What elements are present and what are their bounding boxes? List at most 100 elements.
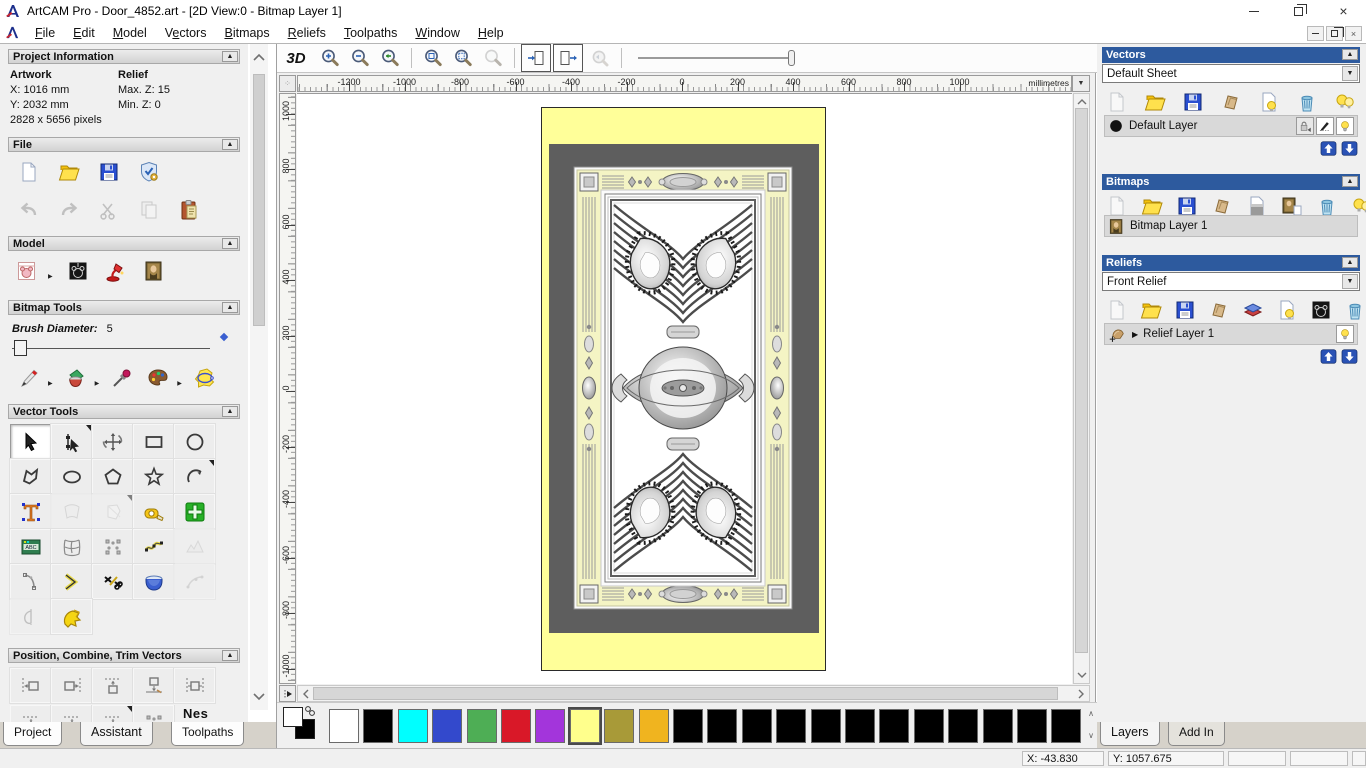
dropdown-arrow-icon[interactable]: ▼ — [1342, 66, 1358, 81]
measure-tool[interactable] — [132, 493, 175, 530]
palette-swatch[interactable] — [501, 709, 531, 743]
delete-vector-layer[interactable] — [1292, 88, 1322, 116]
tab-assistant[interactable]: Assistant — [80, 722, 153, 746]
create-star[interactable] — [132, 458, 175, 495]
scroll-left-icon[interactable] — [298, 686, 313, 701]
collapse-button[interactable] — [222, 238, 238, 249]
create-text[interactable] — [9, 493, 52, 530]
palette-scroll-down-icon[interactable]: ∨ — [1088, 731, 1094, 740]
align-center-1[interactable] — [10, 705, 52, 722]
palette-swatch[interactable] — [638, 709, 669, 743]
collapse-button[interactable] — [1342, 257, 1358, 268]
menu-vectors[interactable]: Vectors — [156, 23, 216, 43]
bitmap-layer-row[interactable]: Bitmap Layer 1 — [1104, 215, 1358, 237]
contrast-slider[interactable] — [638, 48, 813, 68]
palette-swatch[interactable] — [707, 709, 738, 743]
zoom-1to1[interactable] — [418, 44, 448, 72]
zoom-objects[interactable] — [478, 44, 508, 72]
wrap-text-curve[interactable] — [50, 493, 93, 530]
align-center-3[interactable] — [91, 705, 134, 722]
vector-layer-row[interactable]: Default Layer — [1104, 115, 1358, 137]
mdi-close-button[interactable]: × — [1345, 26, 1362, 41]
layer-visibility-button[interactable] — [1336, 117, 1354, 135]
collapse-button[interactable] — [222, 406, 238, 417]
flyout-arrow-icon[interactable]: ▶ — [177, 380, 182, 387]
2d-view-canvas[interactable] — [297, 93, 1072, 684]
vertical-scrollbar[interactable] — [1073, 93, 1090, 684]
palette-swatch[interactable] — [1017, 709, 1047, 743]
redo[interactable] — [54, 196, 84, 224]
fit-polyline[interactable] — [173, 528, 216, 565]
scroll-right-icon[interactable] — [1074, 686, 1089, 701]
palette-swatch[interactable] — [776, 709, 807, 743]
palette-swatch[interactable] — [948, 709, 979, 743]
zoom-box[interactable] — [448, 44, 478, 72]
mirror-vectors[interactable] — [9, 598, 52, 635]
create-ellipse[interactable] — [50, 458, 93, 495]
undo[interactable] — [14, 196, 44, 224]
scroll-up-icon[interactable] — [250, 48, 268, 66]
relief-dropdown[interactable]: Front Relief ▼ — [1102, 272, 1360, 291]
tab-add-in[interactable]: Add In — [1168, 722, 1225, 746]
menu-reliefs[interactable]: Reliefs — [279, 23, 335, 43]
palette-swatch[interactable] — [673, 709, 703, 743]
flyout-arrow-icon[interactable]: ▶ — [48, 273, 53, 280]
zoom-out[interactable] — [345, 44, 375, 72]
create-polygon[interactable] — [91, 458, 134, 495]
open-vector-layer[interactable] — [1140, 88, 1170, 116]
palette-swatch[interactable] — [913, 709, 944, 743]
new-sheet[interactable] — [1102, 88, 1132, 116]
new-relief-layer[interactable] — [1272, 296, 1302, 324]
palette-swatch[interactable] — [1051, 709, 1082, 743]
collapse-button[interactable] — [1342, 176, 1358, 187]
text-in-box[interactable] — [91, 493, 134, 530]
align-left[interactable] — [9, 667, 52, 704]
scroll-up-icon[interactable] — [1074, 94, 1089, 109]
copy[interactable] — [134, 196, 164, 224]
bitmap-to-vector-tool[interactable] — [190, 364, 220, 392]
pan-view[interactable] — [585, 44, 615, 72]
scroll-down-icon[interactable] — [250, 688, 268, 706]
create-rectangle[interactable] — [132, 423, 175, 460]
menu-bitmaps[interactable]: Bitmaps — [215, 23, 278, 43]
close-button[interactable]: × — [1321, 0, 1366, 22]
center-horizontally[interactable] — [173, 667, 216, 704]
new-relief[interactable] — [1102, 296, 1132, 324]
paint-tool[interactable] — [14, 364, 44, 392]
scrollbar-thumb[interactable] — [253, 74, 265, 326]
merge-vector-layers[interactable] — [1216, 88, 1246, 116]
brush-slider-track[interactable] — [12, 348, 210, 349]
lighting-material[interactable] — [101, 257, 131, 285]
dropdown-arrow-icon[interactable]: ▼ — [1342, 274, 1358, 289]
layer-colour-icon[interactable] — [1108, 118, 1124, 134]
zoom-in[interactable] — [315, 44, 345, 72]
fit-spline[interactable] — [132, 528, 175, 565]
palette-swatch[interactable] — [535, 709, 566, 743]
palette-swatch[interactable] — [879, 709, 910, 743]
relief-layer-row[interactable]: ▶ Relief Layer 1 — [1104, 323, 1358, 345]
block-copy[interactable] — [132, 705, 175, 722]
vector-sheet-dropdown[interactable]: Default Sheet ▼ — [1102, 64, 1360, 83]
tab-project[interactable]: Project — [3, 722, 63, 746]
tab-toolpaths[interactable]: Toolpaths — [171, 722, 245, 746]
collapse-button[interactable] — [222, 51, 238, 62]
expand-icon[interactable]: ▶ — [1132, 330, 1138, 339]
flyout-arrow-icon[interactable]: ▶ — [48, 380, 53, 387]
assistant-scrollbar[interactable] — [250, 44, 268, 710]
scrollbar-thumb[interactable] — [313, 687, 1058, 700]
stack-reliefs[interactable] — [1238, 296, 1268, 324]
paste[interactable] — [174, 196, 204, 224]
load-image[interactable] — [139, 257, 169, 285]
zoom-previous[interactable] — [375, 44, 405, 72]
palette-swatch[interactable] — [741, 709, 772, 743]
open-relief-layer[interactable] — [1136, 296, 1166, 324]
offset-vectors[interactable] — [50, 563, 93, 600]
snap-to-layer-button[interactable] — [1316, 117, 1334, 135]
swap-colours-icon[interactable] — [304, 705, 316, 717]
save-vector-layer[interactable] — [1178, 88, 1208, 116]
set-model-size[interactable] — [12, 257, 42, 285]
palette-swatch[interactable] — [845, 709, 875, 743]
move-layer-up-button[interactable] — [1320, 141, 1337, 156]
vector-doctor[interactable] — [50, 598, 93, 635]
align-right[interactable] — [50, 667, 93, 704]
